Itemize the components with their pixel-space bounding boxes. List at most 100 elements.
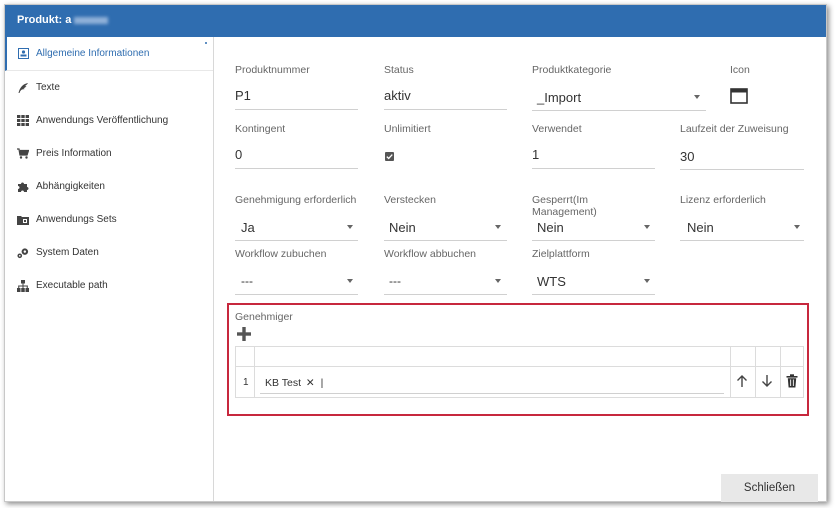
chevron-down-icon xyxy=(644,279,650,283)
genehmigung-label: Genehmigung erforderlich xyxy=(235,194,357,206)
input-underline xyxy=(680,240,804,241)
icon-label: Icon xyxy=(730,64,750,76)
kontingent-input[interactable]: 0 xyxy=(235,147,242,162)
workflow-abbuchen-field: Workflow abbuchen --- xyxy=(384,248,507,295)
laufzeit-input[interactable]: 30 xyxy=(680,149,694,164)
verstecken-select[interactable]: Nein xyxy=(389,220,416,235)
kontingent-field: Kontingent 0 xyxy=(235,123,358,169)
kontingent-label: Kontingent xyxy=(235,123,286,135)
remove-tag-icon[interactable]: ✕ xyxy=(306,377,315,389)
genehmigung-select[interactable]: Ja xyxy=(241,220,255,235)
sidebar-item-preis-information[interactable]: Preis Information xyxy=(5,137,213,170)
input-underline xyxy=(235,168,358,169)
delete-row-button[interactable] xyxy=(786,374,798,393)
gesperrt-select[interactable]: Nein xyxy=(537,220,564,235)
sidebar-item-system-daten[interactable]: System Daten xyxy=(5,236,213,269)
chevron-down-icon xyxy=(347,279,353,283)
input-underline xyxy=(235,294,358,295)
column-divider xyxy=(780,347,781,397)
chevron-down-icon xyxy=(495,279,501,283)
chevron-down-icon xyxy=(794,225,800,229)
zielplattform-label: Zielplattform xyxy=(532,248,590,260)
close-button[interactable]: Schließen xyxy=(721,474,818,502)
approvers-table: 1 KB Test ✕ | xyxy=(235,346,804,398)
sidebar-item-abhaengigkeiten[interactable]: Abhängigkeiten xyxy=(5,170,213,203)
verstecken-label: Verstecken xyxy=(384,194,436,206)
input-underline xyxy=(384,240,507,241)
dialog-title: Produkt: a xyxy=(17,14,72,26)
grid-icon xyxy=(17,115,29,127)
hierarchy-icon xyxy=(17,279,29,292)
sidebar-item-anwendungs-sets[interactable]: Anwendungs Sets xyxy=(5,203,213,236)
produktnummer-label: Produktnummer xyxy=(235,64,310,76)
redacted-product-name xyxy=(74,16,109,24)
produktnummer-field: Produktnummer P1 xyxy=(235,64,358,110)
plus-icon xyxy=(237,327,251,341)
status-input[interactable]: aktiv xyxy=(384,88,411,103)
input-underline xyxy=(235,109,358,110)
produktnummer-input[interactable]: P1 xyxy=(235,88,251,103)
sidebar-item-label: System Daten xyxy=(36,247,99,258)
approver-tag-input[interactable]: KB Test ✕ | xyxy=(260,375,724,394)
text-cursor: | xyxy=(320,377,324,389)
input-underline xyxy=(532,110,706,111)
approver-tag-label: KB Test xyxy=(265,377,301,389)
produktkategorie-select[interactable]: _Import xyxy=(537,90,581,105)
input-underline xyxy=(384,294,507,295)
sidebar-item-label: Abhängigkeiten xyxy=(36,181,105,192)
input-underline xyxy=(532,168,655,169)
approver-tag: KB Test ✕ | xyxy=(265,377,323,389)
lizenz-label: Lizenz erforderlich xyxy=(680,194,766,206)
sidebar-item-allgemeine-informationen[interactable]: Allgemeine Informationen xyxy=(5,37,213,71)
cart-icon xyxy=(17,148,29,160)
verwendet-input[interactable]: 1 xyxy=(532,147,539,162)
trash-icon xyxy=(786,374,798,388)
sidebar-item-label: Texte xyxy=(36,82,60,93)
add-approver-button[interactable] xyxy=(237,327,251,346)
workflow-abbuchen-select[interactable]: --- xyxy=(389,274,401,288)
genehmigung-field: Genehmigung erforderlich Ja xyxy=(235,194,358,241)
chevron-down-icon xyxy=(694,95,700,99)
move-down-button[interactable] xyxy=(761,375,773,393)
icon-field: Icon xyxy=(730,64,790,109)
unlimitiert-checkbox[interactable] xyxy=(385,152,394,161)
sidebar-item-anwendungs-veroeffentlichung[interactable]: Anwendungs Veröffentlichung xyxy=(5,104,213,137)
input-underline xyxy=(532,240,655,241)
chevron-down-icon xyxy=(495,225,501,229)
row-index: 1 xyxy=(243,377,249,388)
dialog-titlebar: Produkt: a xyxy=(5,5,826,37)
zielplattform-field: Zielplattform WTS xyxy=(532,248,655,295)
unlimitiert-field: Unlimitiert xyxy=(384,123,507,168)
verwendet-field: Verwendet 1 xyxy=(532,123,655,169)
sidebar: Allgemeine Informationen Texte Anwendung… xyxy=(5,37,214,501)
input-underline xyxy=(532,294,655,295)
feather-icon xyxy=(17,82,29,94)
sidebar-item-executable-path[interactable]: Executable path xyxy=(5,269,213,302)
gesperrt-field: Gesperrt(Im Management) Nein xyxy=(532,194,655,241)
zielplattform-select[interactable]: WTS xyxy=(537,274,566,289)
sidebar-item-label: Preis Information xyxy=(36,148,112,159)
sidebar-item-label: Allgemeine Informationen xyxy=(36,48,150,59)
input-underline xyxy=(235,240,358,241)
arrow-down-icon xyxy=(762,375,772,387)
lizenz-select[interactable]: Nein xyxy=(687,220,714,235)
sidebar-item-texte[interactable]: Texte xyxy=(5,71,213,104)
window-icon[interactable] xyxy=(730,88,748,109)
produktkategorie-label: Produktkategorie xyxy=(532,64,612,76)
column-divider xyxy=(730,347,731,397)
sidebar-item-label: Anwendungs Veröffentlichung xyxy=(36,115,169,126)
active-indicator-dot xyxy=(205,42,207,44)
laufzeit-label: Laufzeit der Zuweisung xyxy=(680,123,789,135)
verwendet-label: Verwendet xyxy=(532,123,582,135)
workflow-zubuchen-field: Workflow zubuchen --- xyxy=(235,248,358,295)
column-divider xyxy=(755,347,756,397)
sidebar-item-label: Anwendungs Sets xyxy=(36,214,117,225)
workflow-zubuchen-select[interactable]: --- xyxy=(241,274,253,288)
lizenz-field: Lizenz erforderlich Nein xyxy=(680,194,804,241)
folder-icon xyxy=(17,214,29,226)
chevron-down-icon xyxy=(644,225,650,229)
input-underline xyxy=(680,169,804,170)
move-up-button[interactable] xyxy=(736,375,748,393)
chevron-down-icon xyxy=(347,225,353,229)
laufzeit-field: Laufzeit der Zuweisung 30 xyxy=(680,123,804,170)
